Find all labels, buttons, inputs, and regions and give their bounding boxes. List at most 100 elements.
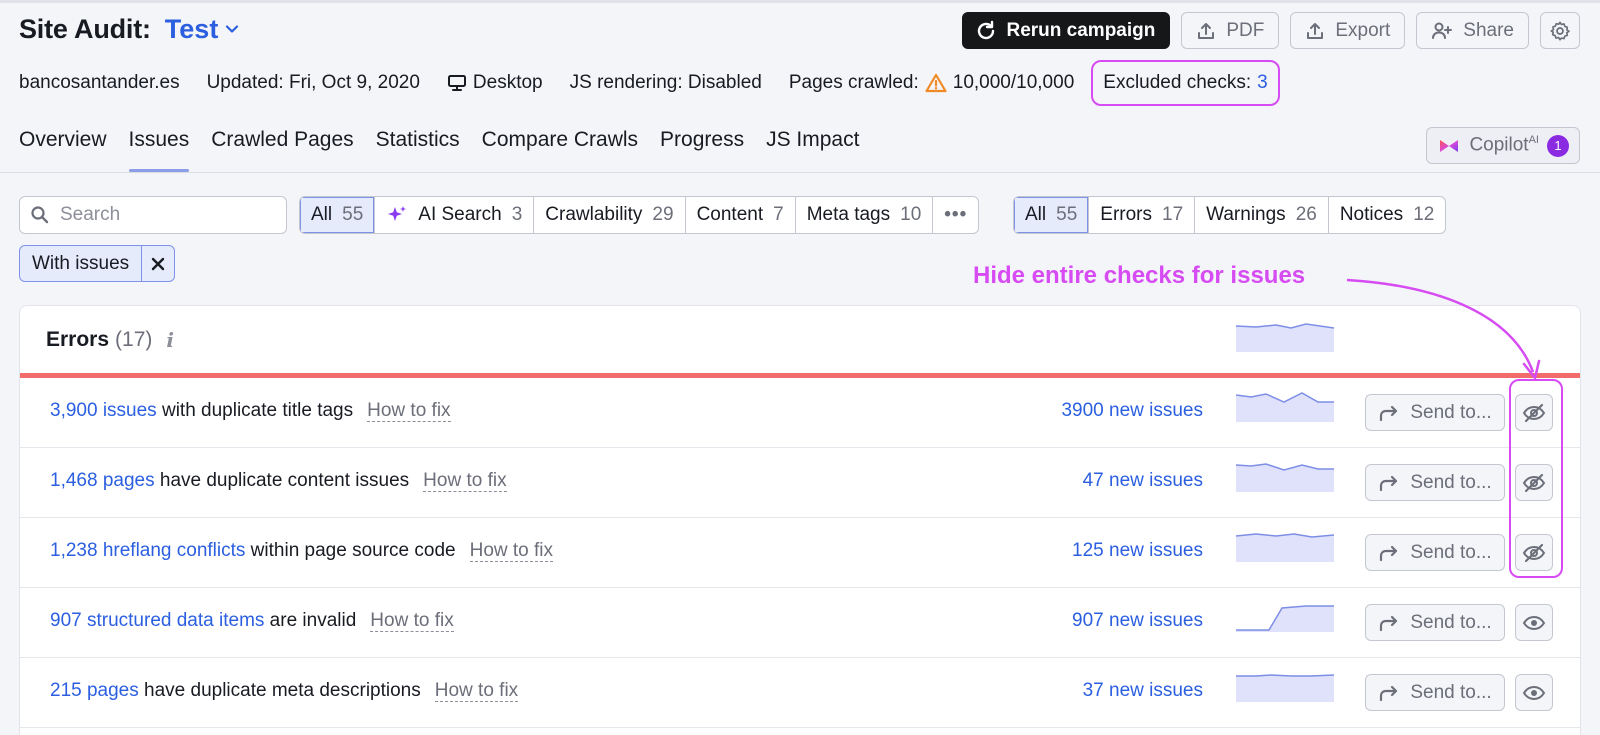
send-to-label: Send to...: [1410, 681, 1492, 703]
table-row: 907 structured data items are invalid How…: [20, 588, 1580, 658]
settings-button[interactable]: [1540, 12, 1580, 49]
how-to-fix-link[interactable]: How to fix: [370, 610, 454, 632]
with-issues-chip: With issues: [19, 245, 176, 282]
pages-crawled-title: Pages crawled:: [788, 72, 919, 93]
share-arrow-icon: [1380, 405, 1398, 421]
tab-progress[interactable]: Progress: [660, 128, 744, 172]
issue-link[interactable]: 1,468 pages: [50, 470, 155, 491]
send-to-button[interactable]: Send to...: [1365, 674, 1505, 711]
copilot-logo-icon: [1440, 139, 1459, 152]
excluded-checks-label: Excluded checks:: [1103, 72, 1252, 93]
chevron-down-icon[interactable]: [224, 21, 240, 42]
filter-category-all[interactable]: All 55: [300, 197, 376, 233]
how-to-fix-link[interactable]: How to fix: [423, 470, 507, 492]
pdf-label: PDF: [1226, 19, 1265, 41]
desktop-icon: [447, 75, 466, 91]
send-to-button[interactable]: Send to...: [1365, 604, 1505, 641]
share-button[interactable]: Share: [1416, 12, 1529, 49]
tab-overview[interactable]: Overview: [19, 128, 107, 172]
warning-icon: [925, 73, 947, 93]
pages-crawled-label: Pages crawled: 10,000/10,000: [789, 69, 1074, 97]
filter-severity-all[interactable]: All 55: [1014, 197, 1090, 233]
search-icon: [31, 206, 49, 224]
share-arrow-icon: [1380, 615, 1398, 631]
filter-warnings[interactable]: Warnings 26: [1195, 197, 1329, 233]
send-to-button[interactable]: Send to...: [1365, 394, 1505, 431]
tab-js-impact[interactable]: JS Impact: [766, 128, 859, 172]
filter-count: 3: [511, 204, 523, 225]
filter-label: AI Search: [418, 204, 502, 225]
export-button[interactable]: Export: [1290, 12, 1406, 49]
more-filters-button[interactable]: •••: [933, 197, 978, 233]
category-filter: All 55 AI Search 3 Crawlability 29 Content 7…: [299, 196, 980, 234]
copilot-ai-sup: AI: [1528, 134, 1539, 147]
filter-label: Crawlability: [545, 204, 643, 225]
pages-crawled-value: 10,000/10,000: [952, 72, 1075, 93]
issue-description: 215 pages have duplicate meta descriptio…: [50, 680, 519, 702]
how-to-fix-link[interactable]: How to fix: [367, 400, 451, 422]
copilot-button[interactable]: CopilotAI 1: [1426, 127, 1580, 164]
how-to-fix-link[interactable]: How to fix: [469, 540, 554, 562]
new-issues-link[interactable]: 907 new issues: [1072, 610, 1203, 632]
filter-meta-tags[interactable]: Meta tags 10: [796, 197, 934, 233]
search-input[interactable]: [60, 204, 260, 226]
filter-ai-search[interactable]: AI Search 3: [375, 197, 535, 233]
copilot-badge: 1: [1547, 134, 1569, 157]
new-issues-link[interactable]: 47 new issues: [1083, 470, 1203, 492]
new-issues-link[interactable]: 37 new issues: [1083, 680, 1203, 702]
info-icon[interactable]: i: [166, 328, 174, 352]
rerun-label: Rerun campaign: [1006, 19, 1156, 41]
filter-errors[interactable]: Errors 17: [1089, 197, 1196, 233]
filter-count: 55: [342, 204, 364, 225]
tab-statistics[interactable]: Statistics: [376, 128, 460, 172]
how-to-fix-link[interactable]: How to fix: [434, 680, 519, 702]
filter-count: 17: [1162, 204, 1184, 225]
upload-icon: [1307, 22, 1324, 39]
hide-check-button[interactable]: [1515, 674, 1553, 711]
header-actions: Rerun campaign PDF Export Share: [961, 12, 1580, 49]
hide-check-button[interactable]: [1515, 604, 1553, 641]
share-label: Share: [1463, 19, 1514, 41]
project-selector[interactable]: Test: [165, 14, 219, 45]
new-issues-link[interactable]: 125 new issues: [1072, 540, 1203, 562]
issue-link[interactable]: 907 structured data items: [50, 610, 264, 631]
annotation-text: Hide entire checks for issues: [973, 262, 1306, 289]
excluded-checks-link[interactable]: 3: [1257, 72, 1268, 94]
filter-crawlability[interactable]: Crawlability 29: [534, 197, 686, 233]
close-icon: [151, 257, 165, 270]
errors-panel-header: Errors (17) i: [20, 306, 1580, 373]
upload-icon: [1198, 22, 1215, 39]
issue-link[interactable]: 1,238 hreflang conflicts: [50, 540, 245, 561]
send-to-label: Send to...: [1410, 471, 1492, 493]
tab-compare-crawls[interactable]: Compare Crawls: [482, 128, 638, 172]
issue-link[interactable]: 215 pages: [50, 680, 139, 701]
filter-count: 7: [773, 204, 784, 225]
tab-issues[interactable]: Issues: [128, 128, 189, 172]
eye-icon: [1522, 615, 1546, 630]
filter-label: Warnings: [1206, 204, 1286, 225]
send-to-button[interactable]: Send to...: [1365, 464, 1505, 501]
filter-content[interactable]: Content 7: [686, 197, 796, 233]
filter-label: All: [311, 204, 333, 225]
issue-description: 1,468 pages have duplicate content issue…: [50, 470, 507, 492]
device-text: Desktop: [472, 72, 543, 93]
errors-title-text: Errors: [46, 328, 110, 351]
refresh-icon: [977, 20, 994, 39]
js-rendering-label: JS rendering: Disabled: [570, 69, 762, 97]
issue-description: 1,238 hreflang conflicts within page sou…: [50, 540, 554, 562]
send-to-button[interactable]: Send to...: [1365, 534, 1505, 571]
rerun-campaign-button[interactable]: Rerun campaign: [961, 12, 1171, 49]
filter-notices[interactable]: Notices 12: [1329, 197, 1445, 233]
new-issues-link[interactable]: 3900 new issues: [1061, 400, 1203, 422]
issue-link[interactable]: 3,900 issues: [50, 400, 157, 421]
with-issues-label[interactable]: With issues: [20, 246, 143, 281]
pdf-button[interactable]: PDF: [1181, 12, 1280, 49]
filter-count: 29: [652, 204, 674, 225]
export-label: Export: [1335, 19, 1391, 41]
send-to-label: Send to...: [1410, 401, 1492, 423]
tab-crawled-pages[interactable]: Crawled Pages: [211, 128, 353, 172]
filter-label: Content: [696, 204, 764, 225]
send-to-label: Send to...: [1410, 611, 1492, 633]
main-tabs: Overview Issues Crawled Pages Statistics…: [19, 128, 859, 172]
remove-chip-button[interactable]: [142, 246, 174, 281]
